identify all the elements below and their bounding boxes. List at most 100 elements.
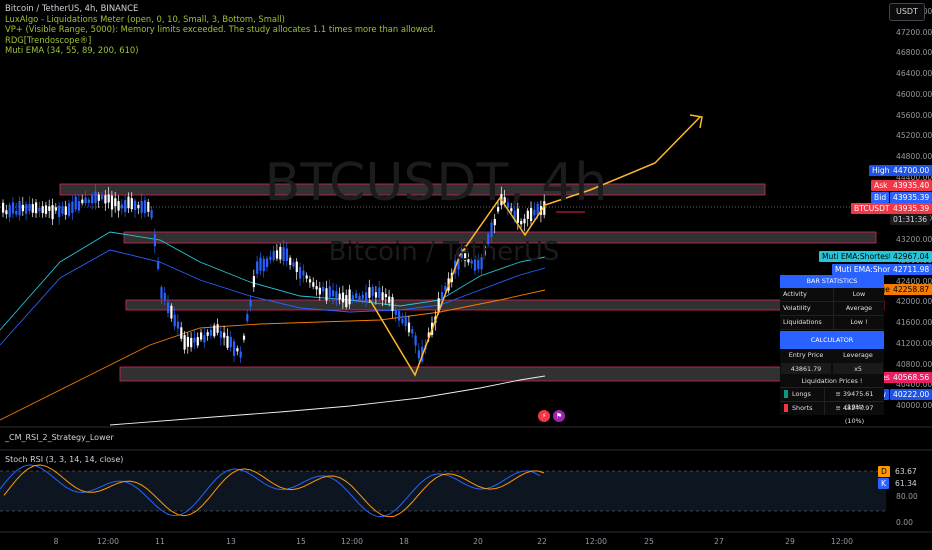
candle-body xyxy=(117,201,120,211)
event-icons[interactable]: ⚡ ⚑ xyxy=(538,410,565,422)
stoch-tag-label: K xyxy=(878,478,889,489)
candle-body xyxy=(308,279,312,283)
price-axis-label: 46400.00 xyxy=(896,69,932,79)
stats-key: Volatility xyxy=(783,304,811,312)
candle-body xyxy=(493,218,496,226)
shorts-label: Shorts xyxy=(792,404,813,412)
candle-body xyxy=(64,206,67,215)
ema-longest-line xyxy=(109,375,546,426)
price-tag-label: Muti EMA:Shortest xyxy=(819,251,895,262)
candle-body xyxy=(269,256,272,260)
candle-body xyxy=(190,337,193,348)
lightning-event-icon[interactable]: ⚡ xyxy=(538,410,550,422)
stats-key: Liquidations xyxy=(783,318,822,326)
candle-body xyxy=(242,335,246,340)
leverage-value[interactable]: x5 xyxy=(833,363,883,374)
price-axis-label: 41600.00 xyxy=(896,318,932,328)
candle-body xyxy=(361,294,364,299)
candle-body xyxy=(391,297,394,312)
indicator-legend: Bitcoin / TetherUS, 4h, BINANCE LuxAlgo … xyxy=(5,3,436,56)
candle-body xyxy=(338,293,341,300)
countdown-timer: 01:31:36 xyxy=(890,214,931,225)
candle-body xyxy=(41,206,44,214)
longs-label: Longs xyxy=(792,390,811,398)
shorts-swatch-icon xyxy=(784,404,788,412)
candle-body xyxy=(292,262,295,267)
price-tag-value: 40222.00 xyxy=(890,389,932,400)
candle-body xyxy=(262,258,265,272)
candle-body xyxy=(38,207,41,212)
indicator-liquidations-meter[interactable]: LuxAlgo - Liquidations Meter (open, 0, 1… xyxy=(5,14,436,25)
stoch-axis-label: 80.00 xyxy=(896,492,918,501)
time-axis-label: 29 xyxy=(785,537,795,546)
stats-row-activity: Activity Low xyxy=(780,288,884,302)
candle-body xyxy=(384,294,387,298)
candle-body xyxy=(285,248,288,262)
candle-body xyxy=(110,195,114,210)
time-axis-label: 11 xyxy=(155,537,165,546)
stoch-band xyxy=(0,471,886,511)
candle-body xyxy=(279,246,282,260)
candle-body xyxy=(160,287,163,299)
candle-body xyxy=(411,329,414,334)
candle-body xyxy=(130,198,133,210)
longs-row: Longs ≅ 39475.61 (10%) xyxy=(780,387,884,411)
candle-body xyxy=(371,286,374,296)
time-axis-label: 25 xyxy=(644,537,654,546)
candle-body xyxy=(407,322,411,333)
price-zone xyxy=(125,299,885,311)
candle-body xyxy=(91,194,94,204)
candle-body xyxy=(11,202,15,214)
candle-body xyxy=(104,195,107,204)
candle-body xyxy=(25,204,28,214)
candle-body xyxy=(157,261,160,270)
candle-body xyxy=(193,337,196,343)
candle-body xyxy=(315,286,318,290)
candle-body xyxy=(44,205,48,214)
candle-body xyxy=(183,335,186,350)
stats-row-volatility: Volatility Average xyxy=(780,302,884,316)
candle-body xyxy=(114,198,117,207)
rsi-strategy-title[interactable]: _CM_RSI_2_Strategy_Lower xyxy=(5,433,114,442)
price-tag-label: High xyxy=(869,165,893,176)
price-axis-label: 41200.00 xyxy=(896,338,932,348)
price-tag-value: 42711.98 xyxy=(890,264,932,275)
flag-event-icon[interactable]: ⚑ xyxy=(553,410,565,422)
time-axis-label: 20 xyxy=(473,537,483,546)
candle-body xyxy=(401,318,404,324)
candle-body xyxy=(209,329,213,336)
candle-body xyxy=(229,336,232,348)
candle-body xyxy=(348,289,351,305)
price-tag-value: 43935.39 xyxy=(890,203,932,214)
candle-body xyxy=(289,257,292,265)
shorts-value: ≅ 48247.97 (10%) xyxy=(824,402,884,425)
candle-body xyxy=(368,287,371,298)
symbol-title[interactable]: Bitcoin / TetherUS, 4h, BINANCE xyxy=(5,3,436,14)
entry-price-value[interactable]: 43861.79 xyxy=(781,363,831,374)
calculator-inputs[interactable]: 43861.79 x5 xyxy=(780,362,884,375)
price-axis-label: 45200.00 xyxy=(896,131,932,141)
candle-body xyxy=(68,203,71,216)
time-axis-label: 22 xyxy=(537,537,547,546)
indicator-volume-profile[interactable]: VP+ (Visible Range, 5000): Memory limits… xyxy=(5,24,436,35)
stoch-axis-label: 0.00 xyxy=(896,518,913,527)
indicator-rdg[interactable]: RDG[Trendoscope®] xyxy=(5,35,436,46)
price-tag-value: 42967.04 xyxy=(890,251,932,262)
price-tag-value: 40568.56 xyxy=(890,372,932,383)
candle-body xyxy=(54,207,57,211)
price-axis-label: 43200.00 xyxy=(896,235,932,245)
candle-body xyxy=(345,295,348,308)
candle-body xyxy=(58,205,61,218)
currency-button[interactable]: USDT xyxy=(889,3,925,21)
stoch-rsi-title[interactable]: Stoch RSI (3, 3, 14, 14, close) xyxy=(5,455,123,464)
candle-body xyxy=(328,286,331,298)
candle-body xyxy=(77,201,81,211)
candle-body xyxy=(404,315,407,327)
indicator-muti-ema[interactable]: Muti EMA (34, 55, 89, 200, 610) xyxy=(5,45,436,56)
candle-body xyxy=(332,290,335,297)
candle-body xyxy=(61,206,64,214)
candle-body xyxy=(223,332,226,338)
longs-swatch-icon xyxy=(784,390,788,398)
watermark-name: Bitcoin / TetherUS xyxy=(329,237,560,267)
candle-body xyxy=(137,204,140,209)
